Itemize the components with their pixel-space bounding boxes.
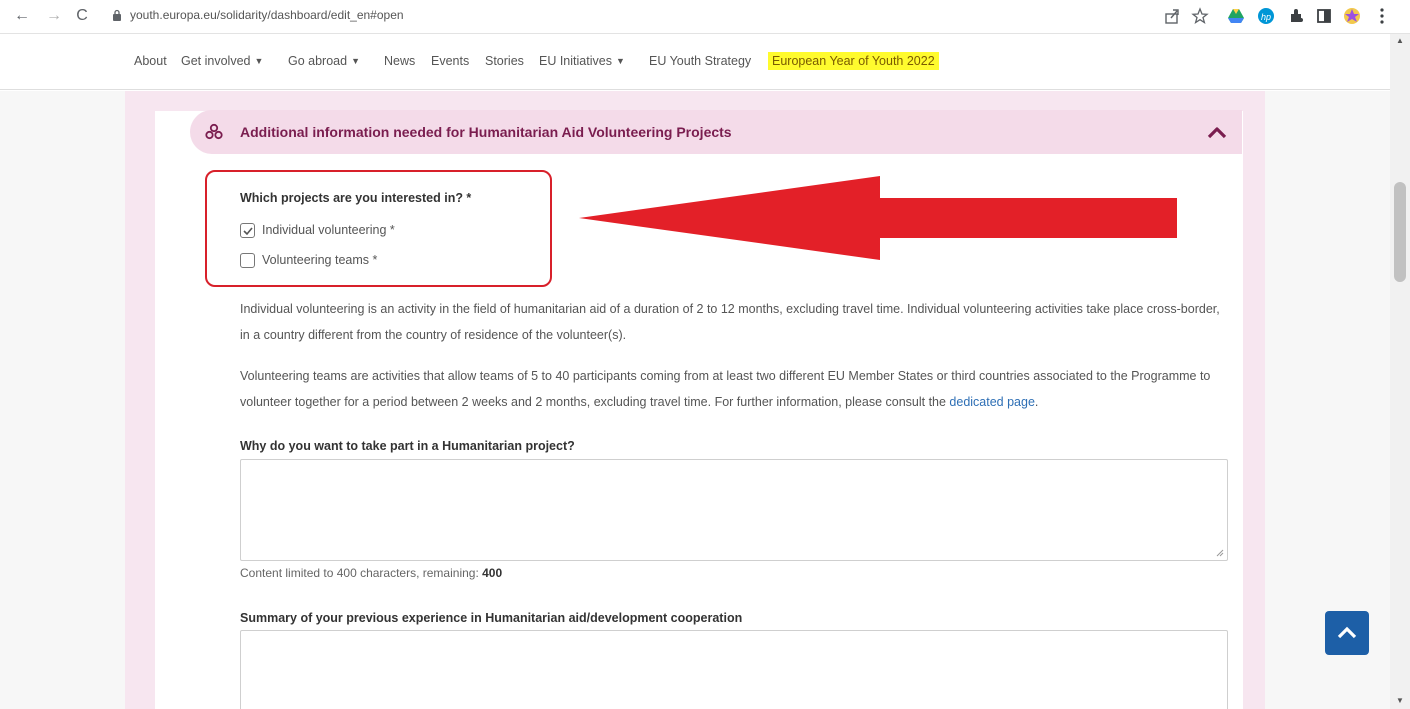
share-icon[interactable] — [1162, 6, 1182, 26]
volunteering-teams-description: Volunteering teams are activities that a… — [240, 363, 1230, 415]
site-navigation: About Get involved ▼ Go abroad ▼ News Even… — [0, 34, 1390, 90]
summary-question-label: Summary of your previous experience in H… — [240, 611, 743, 625]
star-icon[interactable] — [1190, 6, 1210, 26]
chevron-down-icon: ▼ — [351, 56, 360, 66]
nav-events[interactable]: Events — [431, 54, 469, 68]
why-question-label: Why do you want to take part in a Humani… — [240, 439, 575, 453]
character-limit-text: Content limited to 400 characters, remai… — [240, 566, 483, 580]
sidepanel-icon[interactable] — [1314, 6, 1334, 26]
nav-european-year-of-youth[interactable]: European Year of Youth 2022 — [768, 52, 939, 70]
chevron-down-icon: ▼ — [615, 56, 625, 66]
scroll-down-arrow-icon[interactable]: ▼ — [1396, 696, 1404, 705]
nav-get-involved[interactable]: Get involved ▼ — [181, 54, 263, 68]
group-icon — [205, 123, 223, 140]
chevron-up-icon[interactable] — [1206, 122, 1228, 142]
nav-about[interactable]: About — [134, 54, 167, 68]
hp-icon[interactable]: hp — [1256, 6, 1276, 26]
reload-button[interactable]: C — [72, 6, 92, 26]
dedicated-page-link[interactable]: dedicated page — [949, 395, 1035, 409]
scroll-up-arrow-icon[interactable]: ▲ — [1396, 36, 1404, 45]
nav-get-involved-label: Get involved — [181, 54, 251, 68]
lock-icon — [113, 9, 121, 21]
url-text: youth.europa.eu/solidarity/dashboard/edi… — [130, 8, 404, 22]
resize-grip-icon[interactable] — [1216, 549, 1224, 557]
nav-go-abroad[interactable]: Go abroad ▼ — [288, 54, 360, 68]
drive-icon[interactable] — [1226, 6, 1246, 26]
page-scrollbar[interactable]: ▲ ▼ — [1390, 34, 1410, 709]
menu-icon[interactable] — [1372, 6, 1392, 26]
address-bar[interactable]: youth.europa.eu/solidarity/dashboard/edi… — [104, 5, 1134, 27]
back-to-top-button[interactable] — [1325, 611, 1369, 655]
annotation-highlight-box — [205, 170, 552, 287]
chevron-down-icon: ▼ — [254, 56, 264, 66]
section-title: Additional information needed for Humani… — [240, 124, 732, 140]
character-limit-hint: Content limited to 400 characters, remai… — [240, 566, 502, 580]
nav-eu-youth-strategy[interactable]: EU Youth Strategy — [649, 54, 751, 68]
nav-news[interactable]: News — [384, 54, 415, 68]
section-header[interactable]: Additional information needed for Humani… — [190, 110, 1242, 154]
volunteering-teams-text: Volunteering teams are activities that a… — [240, 369, 1211, 409]
summary-textarea[interactable] — [240, 630, 1228, 709]
nav-eu-initiatives[interactable]: EU Initiatives ▼ — [539, 54, 625, 68]
chevron-up-icon — [1337, 626, 1357, 639]
scrollbar-thumb[interactable] — [1394, 182, 1406, 282]
individual-volunteering-description: Individual volunteering is an activity i… — [240, 302, 1220, 342]
nav-stories[interactable]: Stories — [485, 54, 524, 68]
back-button[interactable]: ← — [12, 6, 32, 26]
volunteering-teams-end: . — [1034, 395, 1039, 409]
nav-go-abroad-label: Go abroad — [288, 54, 348, 68]
forward-button[interactable]: → — [44, 6, 64, 26]
profile-icon[interactable] — [1342, 6, 1362, 26]
annotation-arrow — [579, 176, 1177, 260]
extensions-icon[interactable] — [1286, 6, 1306, 26]
why-textarea[interactable] — [240, 459, 1228, 561]
browser-toolbar: ← → C youth.europa.eu/solidarity/dashboa… — [0, 0, 1410, 34]
nav-eu-initiatives-label: EU Initiatives — [539, 54, 612, 68]
characters-remaining: 400 — [482, 566, 503, 580]
svg-text:hp: hp — [1261, 12, 1271, 22]
